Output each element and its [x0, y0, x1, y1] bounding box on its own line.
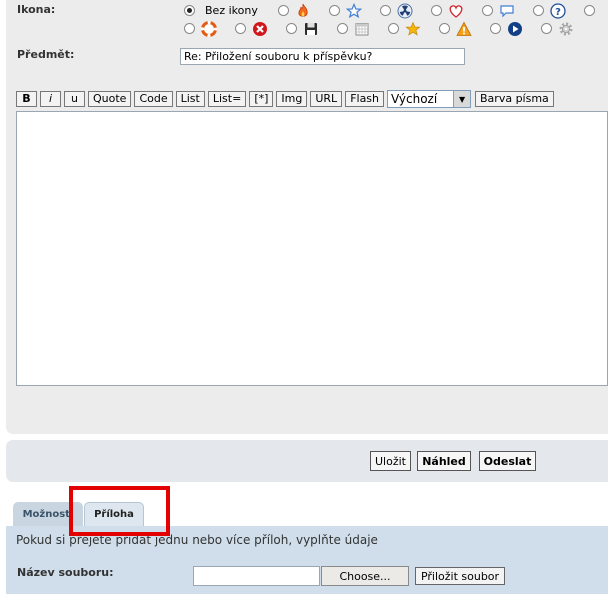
- icon-option-star-outline[interactable]: [329, 2, 380, 19]
- radio-no-icon[interactable]: [184, 5, 195, 16]
- filename-label: Název souboru:: [17, 566, 114, 579]
- radio-extra[interactable]: [584, 5, 595, 16]
- radio-gear[interactable]: [541, 23, 552, 34]
- flash-button[interactable]: Flash: [345, 91, 385, 107]
- icon-field-label: Ikona:: [17, 3, 56, 16]
- warning-icon: [456, 21, 472, 36]
- italic-button[interactable]: i: [40, 91, 61, 107]
- star-icon: [405, 21, 421, 36]
- bold-button[interactable]: B: [16, 91, 37, 107]
- radio-speech[interactable]: [482, 5, 493, 16]
- list-item-button[interactable]: [*]: [249, 91, 274, 107]
- no-icon-label: Bez ikony: [205, 4, 258, 17]
- icon-option-heart[interactable]: [431, 3, 482, 19]
- gear-icon: [559, 22, 573, 35]
- radio-star[interactable]: [388, 23, 399, 34]
- icon-option-speech[interactable]: [482, 3, 533, 19]
- icon-row-1: Bez ikony ?: [184, 2, 604, 19]
- icon-row-2: [184, 20, 581, 37]
- radiation-icon: [397, 3, 413, 18]
- svg-text:?: ?: [555, 7, 561, 18]
- font-color-button[interactable]: Barva písma: [475, 91, 554, 107]
- icon-option-fire[interactable]: [278, 3, 329, 19]
- icon-option-question[interactable]: ?: [533, 2, 584, 19]
- question-icon: ?: [550, 2, 566, 19]
- url-button[interactable]: URL: [310, 91, 343, 107]
- attach-file-button[interactable]: Přiložit soubor: [415, 567, 505, 585]
- highlight-box: [69, 486, 170, 536]
- font-size-selected: Výchozí: [391, 92, 438, 106]
- ordered-list-button[interactable]: List=: [207, 91, 247, 107]
- message-textarea[interactable]: [16, 111, 608, 386]
- lifebuoy-icon: [201, 20, 217, 37]
- subject-label: Předmět:: [17, 48, 75, 61]
- preview-button[interactable]: Náhled: [417, 451, 471, 471]
- code-button[interactable]: Code: [134, 91, 173, 107]
- icon-option-calendar[interactable]: [337, 21, 388, 37]
- radio-radiation[interactable]: [380, 5, 391, 16]
- chevron-down-icon[interactable]: ▼: [453, 91, 471, 107]
- radio-floppy[interactable]: [286, 23, 297, 34]
- icon-option-star[interactable]: [388, 21, 439, 37]
- icon-option-stop[interactable]: [235, 21, 286, 37]
- bbcode-toolbar: B i u Quote Code List List= [*] Img URL …: [16, 90, 557, 108]
- underline-button[interactable]: u: [64, 91, 85, 107]
- radio-calendar[interactable]: [337, 23, 348, 34]
- star-outline-icon: [346, 2, 362, 18]
- radio-heart[interactable]: [431, 5, 442, 16]
- fire-icon: [298, 3, 308, 17]
- radio-lifebuoy[interactable]: [184, 23, 195, 34]
- file-path-field[interactable]: [193, 566, 320, 586]
- calendar-icon: [355, 22, 369, 35]
- icon-option-warning[interactable]: [439, 21, 490, 37]
- icon-option-gear[interactable]: [541, 21, 581, 37]
- img-button[interactable]: Img: [276, 91, 308, 107]
- play-icon: [508, 21, 522, 36]
- quote-button[interactable]: Quote: [88, 91, 132, 107]
- icon-option-extra[interactable]: [584, 5, 604, 16]
- font-size-select[interactable]: Výchozí ▼: [387, 90, 472, 108]
- radio-play[interactable]: [490, 23, 501, 34]
- save-button[interactable]: Uložit: [370, 451, 411, 471]
- icon-option-radiation[interactable]: [380, 3, 431, 19]
- heart-icon: [449, 4, 463, 18]
- speech-bubble-icon: [500, 4, 514, 17]
- icon-option-none[interactable]: Bez ikony: [184, 4, 278, 17]
- floppy-disk-icon: [305, 22, 317, 35]
- stop-icon: [253, 21, 267, 36]
- radio-question[interactable]: [533, 5, 544, 16]
- choose-file-button[interactable]: Choose...: [321, 566, 409, 586]
- list-button[interactable]: List: [175, 91, 205, 107]
- radio-fire[interactable]: [278, 5, 289, 16]
- radio-stop[interactable]: [235, 23, 246, 34]
- subject-input[interactable]: [180, 48, 465, 65]
- radio-warning[interactable]: [439, 23, 450, 34]
- icon-option-play[interactable]: [490, 21, 541, 37]
- submit-button[interactable]: Odeslat: [479, 451, 536, 471]
- icon-option-floppy[interactable]: [286, 21, 337, 37]
- radio-star-outline[interactable]: [329, 5, 340, 16]
- icon-option-lifebuoy[interactable]: [184, 20, 235, 37]
